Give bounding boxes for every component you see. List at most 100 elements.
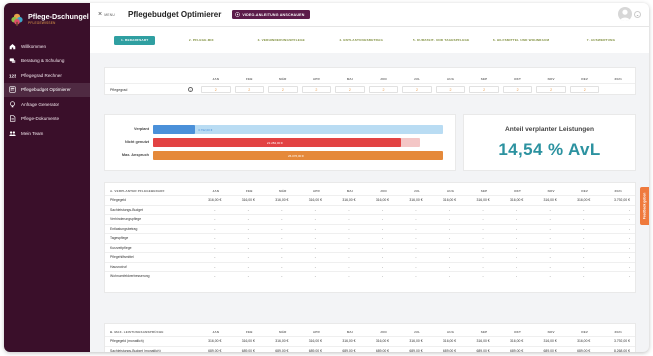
table-cell: 689,00 € bbox=[375, 348, 390, 352]
month-header-cell: JAN bbox=[212, 330, 220, 334]
month-header-cell: JUL bbox=[413, 189, 421, 193]
budget-bar-value: 26.076,00 € bbox=[288, 153, 304, 158]
month-header-cell: JUN bbox=[380, 189, 387, 193]
lightbulb-icon bbox=[10, 100, 15, 107]
home-icon bbox=[9, 43, 16, 49]
table-cell: - bbox=[247, 217, 249, 222]
pflegegrad-input[interactable]: 2 bbox=[368, 86, 399, 93]
table-cell: - bbox=[381, 264, 384, 269]
month-header-cell: MAI bbox=[346, 77, 353, 81]
table-cell: - bbox=[314, 274, 316, 279]
avatar[interactable] bbox=[618, 7, 632, 21]
table-cell: - bbox=[448, 264, 451, 269]
table-title: B. MAX. LEISTUNGSANSPRÜCHE bbox=[110, 330, 164, 334]
table-cell: 689,00 € bbox=[342, 348, 356, 352]
main-content: × MENU Pflegebudget Optimierer VIDEO-ANL… bbox=[90, 3, 649, 352]
info-icon[interactable]: i bbox=[188, 87, 193, 92]
table-cell: - bbox=[583, 226, 585, 231]
sidebar-item-anfrage-generator[interactable]: Anfrage Generator bbox=[4, 97, 90, 111]
step-tab-3[interactable]: 3. VERHINDERUNGSPFLEGE bbox=[241, 38, 321, 42]
feedback-tab[interactable]: Feedback geben bbox=[640, 187, 649, 225]
pflegegrad-input[interactable]: 2 bbox=[201, 86, 231, 93]
brand[interactable]: Pflege-Dschungel PFLEGEWISSEN bbox=[4, 3, 90, 28]
step-tab-7[interactable]: 7. AUSWERTUNG bbox=[561, 38, 641, 42]
budget-bar-label: Verplant bbox=[134, 127, 149, 131]
step-tab-2[interactable]: 2. PFLEGE-MIX bbox=[161, 38, 241, 42]
max-entitlement-table: B. MAX. LEISTUNGSANSPRÜCHE JAN FEB MÄR APR MA… bbox=[104, 323, 636, 352]
table-cell: 316,00 € bbox=[308, 198, 322, 203]
table-cell: 3.792,00 € bbox=[613, 198, 630, 203]
pflegegrad-input[interactable]: 2 bbox=[536, 86, 566, 93]
sidebar-item-label: Beratung & Schulung bbox=[21, 58, 65, 63]
step-navigation: 1. BEDARFSART 2. PFLEGE-MIX 3. VERHINDERUN… bbox=[90, 27, 649, 53]
table-cell: - bbox=[549, 217, 551, 222]
pflegegrad-input[interactable]: 2 bbox=[502, 86, 533, 93]
table-header: B. MAX. LEISTUNGSANSPRÜCHE JAN FEB MÄR APR MA… bbox=[105, 328, 635, 336]
table-cell: - bbox=[549, 264, 551, 269]
sidebar-item-pflegebudget-optimierer[interactable]: Pflegebudget Optimierer bbox=[4, 82, 90, 97]
table-cell: - bbox=[516, 236, 518, 241]
table-cell: 689,00 € bbox=[409, 348, 423, 352]
budget-bar-label: Nicht genutzt bbox=[124, 140, 149, 144]
table-cell: - bbox=[348, 245, 350, 250]
table-cell: - bbox=[628, 255, 630, 260]
month-header-cell: SEP bbox=[480, 189, 488, 193]
budget-bar[interactable] bbox=[153, 124, 196, 134]
sidebar-item-pflege-dokumente[interactable]: Pflege-Dokumente bbox=[4, 112, 90, 126]
sidebar-item-mein-team[interactable]: Mein Team bbox=[4, 126, 90, 140]
menu-button[interactable]: × MENU bbox=[98, 11, 115, 18]
sidebar-item-beratung-schulung[interactable]: Beratung & Schulung bbox=[4, 54, 90, 68]
budget-bar-background bbox=[153, 124, 443, 134]
pflegegrad-input[interactable]: 2 bbox=[402, 86, 432, 93]
table-row: Pflegegeld (monatlich) 316,00 € 316,00 € 31… bbox=[105, 336, 635, 346]
pflegegrad-input[interactable]: 2 bbox=[268, 86, 298, 93]
table-cell: - bbox=[516, 217, 518, 222]
table-cell: 316,00 € bbox=[308, 339, 322, 344]
table-cell: - bbox=[281, 226, 283, 231]
sidebar-item-label: Anfrage Generator bbox=[21, 101, 60, 107]
table-cell: 316,00 € bbox=[342, 339, 356, 344]
row-label: Wohnumfeldverbesserung bbox=[110, 274, 150, 279]
table-cell: - bbox=[247, 236, 249, 241]
table-cell: 316,00 € bbox=[510, 339, 524, 344]
table-cell: 689,00 € bbox=[543, 348, 557, 352]
pflegegrad-input[interactable]: 2 bbox=[569, 86, 600, 93]
menu-label: MENU bbox=[104, 12, 115, 17]
month-header-cell: NOV bbox=[547, 330, 555, 334]
sidebar-item-pflegegrad-rechner[interactable]: 123 Pflegegrad Rechner bbox=[4, 68, 90, 82]
video-tutorial-button[interactable]: VIDEO-ANLEITUNG ANSCHAUEN bbox=[232, 10, 310, 19]
table-cell: - bbox=[628, 264, 630, 269]
pflegegrad-input[interactable]: 2 bbox=[335, 86, 365, 93]
step-tab-1[interactable]: 1. BEDARFSART bbox=[114, 35, 156, 45]
pflegegrad-input[interactable]: 2 bbox=[435, 86, 466, 93]
pflegegrad-input[interactable]: 2 bbox=[469, 86, 499, 93]
user-menu[interactable]: ⌄ bbox=[618, 7, 641, 21]
pflegegrad-input[interactable]: 2 bbox=[301, 86, 332, 93]
sidebar-nav: Willkommen Beratung & Schulung 123 Pflegegr… bbox=[4, 39, 90, 140]
table-row: Pflegehilfsmittel - - - - - - - - - - - - - bbox=[105, 252, 635, 262]
chevron-down-icon[interactable]: ⌄ bbox=[634, 10, 641, 18]
step-tab-4[interactable]: 4. ENTLASTUNGSBETRAG bbox=[321, 38, 401, 42]
table-cell: 689,00 € bbox=[308, 348, 322, 352]
month-header-cell: OKT bbox=[514, 330, 522, 334]
table-cell: - bbox=[348, 226, 350, 231]
sidebar-item-willkommen[interactable]: Willkommen bbox=[4, 39, 90, 53]
month-header-cell: APR bbox=[312, 330, 320, 334]
budget-bar-value: 3.792,00 € bbox=[198, 127, 213, 132]
step-tab-5[interactable]: 5. KURZZEIT- UND TAGESPFLEGE bbox=[401, 38, 481, 42]
month-header-cell: FEB bbox=[245, 189, 253, 193]
pflegegrad-label: Pflegegrad bbox=[110, 87, 128, 92]
page-title: Pflegebudget Optimierer bbox=[127, 10, 222, 19]
table-cell: - bbox=[516, 226, 518, 231]
pflegegrad-input[interactable]: 2 bbox=[234, 86, 265, 93]
kpi-value: 14,54 % AvL bbox=[498, 140, 601, 159]
table-cell: - bbox=[214, 255, 216, 260]
row-label: Pflegegeld bbox=[110, 198, 127, 203]
table-cell: - bbox=[247, 255, 249, 260]
month-header-cell: MAI bbox=[346, 330, 353, 334]
step-tab-6[interactable]: 6. HILFSMITTEL UND WOHNRAUM bbox=[481, 38, 561, 42]
table-cell: - bbox=[549, 207, 551, 212]
table-cell: 3.792,00 € bbox=[613, 339, 630, 344]
table-cell: - bbox=[583, 217, 585, 222]
table-cell: - bbox=[448, 236, 451, 241]
